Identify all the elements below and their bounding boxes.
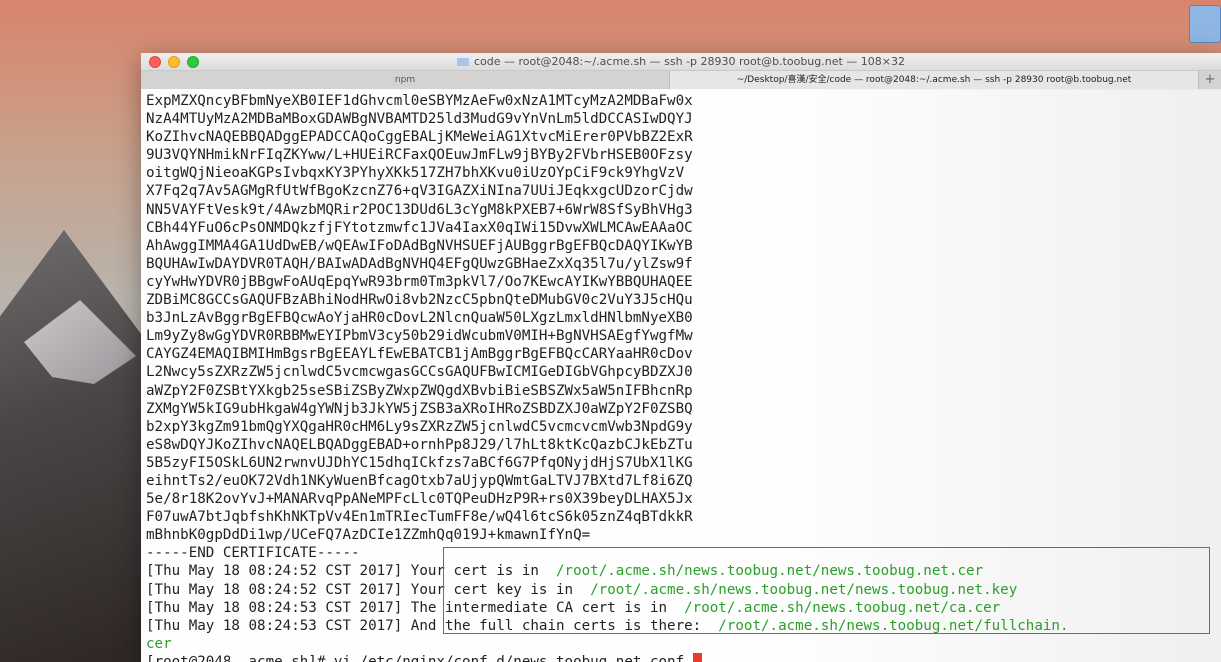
certificate-line: ZXMgYW5kIG9ubHkgaW4gYWNjb3JkYW5jZSB3aXRo… <box>146 400 693 417</box>
tab-ssh-session[interactable]: ~/Desktop/喜漢/安全/code — root@2048:~/.acme… <box>670 71 1199 89</box>
status-timestamp: [Thu May 18 08:24:52 CST 2017] <box>146 563 403 580</box>
certificate-line: eS8wDQYJKoZIhvcNAQELBQADggEBAD+ornhPp8J2… <box>146 436 693 453</box>
certificate-line: mBhnbK0gpDdDi1wp/UCeFQ7AzDCIe1ZZmhQq019J… <box>146 527 591 544</box>
certificate-line: b2xpY3kgZm91bmQgYXQgaHR0cHM6Ly9sZXRzZW5j… <box>146 418 693 435</box>
certificate-line: oitgWQjNieoaKGPsIvbqxKY3PYhyXKk517ZH7bhX… <box>146 165 685 182</box>
status-path: /root/.acme.sh/news.toobug.net/fullchain… <box>718 617 1069 634</box>
certificate-line: CBh44YFuO6cPsONMDQkzfjFYtotzmwfc1JVa4Iax… <box>146 219 693 236</box>
terminal-output[interactable]: ExpMZXQncyBFbmNyeXB0IEF1dGhvcml0eSBYMzAe… <box>141 89 1221 662</box>
window-title-text: code — root@2048:~/.acme.sh — ssh -p 289… <box>473 55 906 68</box>
certificate-line: X7Fq2q7Av5AGMgRfUtWfBgoKzcnZ76+qV3IGAZXi… <box>146 183 693 200</box>
wrapped-path-tail: cer <box>146 635 172 652</box>
desktop-mountain-wallpaper <box>0 230 160 662</box>
certificate-line: -----END CERTIFICATE----- <box>146 545 360 562</box>
certificate-line: AhAwggIMMA4GA1UdDwEB/wQEAwIFoDAdBgNVHSUE… <box>146 237 693 254</box>
status-path: /root/.acme.sh/news.toobug.net/news.toob… <box>590 581 1018 598</box>
tab-npm[interactable]: npm <box>141 71 670 89</box>
certificate-line: L2Nwcy5sZXRzZW5jcnlwdC5vcmcwgasGCCsGAQUF… <box>146 364 693 381</box>
status-message: Your cert is in <box>410 563 557 580</box>
status-timestamp: [Thu May 18 08:24:53 CST 2017] <box>146 617 403 634</box>
window-titlebar[interactable]: code — root@2048:~/.acme.sh — ssh -p 289… <box>141 53 1221 71</box>
certificate-line: ExpMZXQncyBFbmNyeXB0IEF1dGhvcml0eSBYMzAe… <box>146 93 693 109</box>
certificate-block: ExpMZXQncyBFbmNyeXB0IEF1dGhvcml0eSBYMzAe… <box>146 92 1221 562</box>
status-path: /root/.acme.sh/news.toobug.net/ca.cer <box>684 599 1001 616</box>
certificate-line: F07uwA7btJqbfshKhNKTpVv4En1mTRIecTumFF8e… <box>146 509 693 526</box>
certificate-line: Lm9yZy8wGgYDVR0RBBMwEYIPbmV3cy50b29idWcu… <box>146 328 693 345</box>
status-path: /root/.acme.sh/news.toobug.net/news.toob… <box>556 563 984 580</box>
certificate-line: eihntTs2/euOK72Vdh1NKyWuenBfcagOtxb7aUjy… <box>146 472 693 489</box>
status-block: [Thu May 18 08:24:52 CST 2017] Your cert… <box>146 562 1221 634</box>
status-message: The intermediate CA cert is in <box>410 599 685 616</box>
certificate-line: b3JnLzAvBggrBgEFBQcwAoYjaHR0cDovL2NlcnQu… <box>146 310 693 327</box>
terminal-window: code — root@2048:~/.acme.sh — ssh -p 289… <box>141 53 1221 662</box>
status-timestamp: [Thu May 18 08:24:52 CST 2017] <box>146 581 403 598</box>
desktop-folder-icon[interactable] <box>1189 5 1221 43</box>
certificate-line: cyYwHwYDVR0jBBgwFoAUqEpqYwR93brm0Tm3pkVl… <box>146 273 693 290</box>
certificate-line: CAYGZ4EMAQIBMIHmBgsrBgEEAYLfEwEBATCB1jAm… <box>146 346 693 363</box>
status-line: [Thu May 18 08:24:52 CST 2017] Your cert… <box>146 562 1221 580</box>
certificate-line: ZDBiMC8GCCsGAQUFBzABhiNodHRwOi8vb2NzcC5p… <box>146 292 693 309</box>
certificate-line: NzA4MTUyMzA2MDBaMBoxGDAWBgNVBAMTD25ld3Mu… <box>146 111 693 128</box>
certificate-line: BQUHAwIwDAYDVR0TAQH/BAIwADAdBgNVHQ4EFgQU… <box>146 255 693 272</box>
folder-icon <box>456 58 469 66</box>
prompt-text: [root@2048 .acme.sh]# vi /etc/nginx/conf… <box>146 653 693 662</box>
certificate-line: KoZIhvcNAQEBBQADggEPADCCAQoCggEBALjKMeWe… <box>146 129 693 146</box>
status-line: [Thu May 18 08:24:53 CST 2017] The inter… <box>146 599 1221 617</box>
window-title: code — root@2048:~/.acme.sh — ssh -p 289… <box>141 53 1221 70</box>
status-timestamp: [Thu May 18 08:24:53 CST 2017] <box>146 599 403 616</box>
certificate-line: 5e/8r18K2ovYvJ+MANARvqPpANeMPFcLlc0TQPeu… <box>146 491 693 508</box>
certificate-line: aWZpY2F0ZSBtYXkgb25seSBiZSByZWxpZWQgdXBv… <box>146 382 693 399</box>
status-message: Your cert key is in <box>410 581 591 598</box>
tab-bar: npm ~/Desktop/喜漢/安全/code — root@2048:~/.… <box>141 71 1221 90</box>
add-tab-button[interactable]: + <box>1199 71 1221 89</box>
certificate-line: 9U3VQYNHmikNrFIqZKYww/L+HUEiRCFaxQOEuwJm… <box>146 147 693 164</box>
status-line: [Thu May 18 08:24:53 CST 2017] And the f… <box>146 617 1221 635</box>
command-prompt[interactable]: [root@2048 .acme.sh]# vi /etc/nginx/conf… <box>146 652 1221 662</box>
wrapped-line: cer <box>146 635 1221 653</box>
certificate-line: NN5VAYFtVesk9t/4AwzbMQRir2POC13DUd6L3cYg… <box>146 201 693 218</box>
status-line: [Thu May 18 08:24:52 CST 2017] Your cert… <box>146 581 1221 599</box>
certificate-line: 5B5zyFI5OSkL6UN2rwnvUJDhYC15dhqICkfzs7aB… <box>146 454 693 471</box>
status-message: And the full chain certs is there: <box>410 617 719 634</box>
text-cursor <box>692 652 702 662</box>
